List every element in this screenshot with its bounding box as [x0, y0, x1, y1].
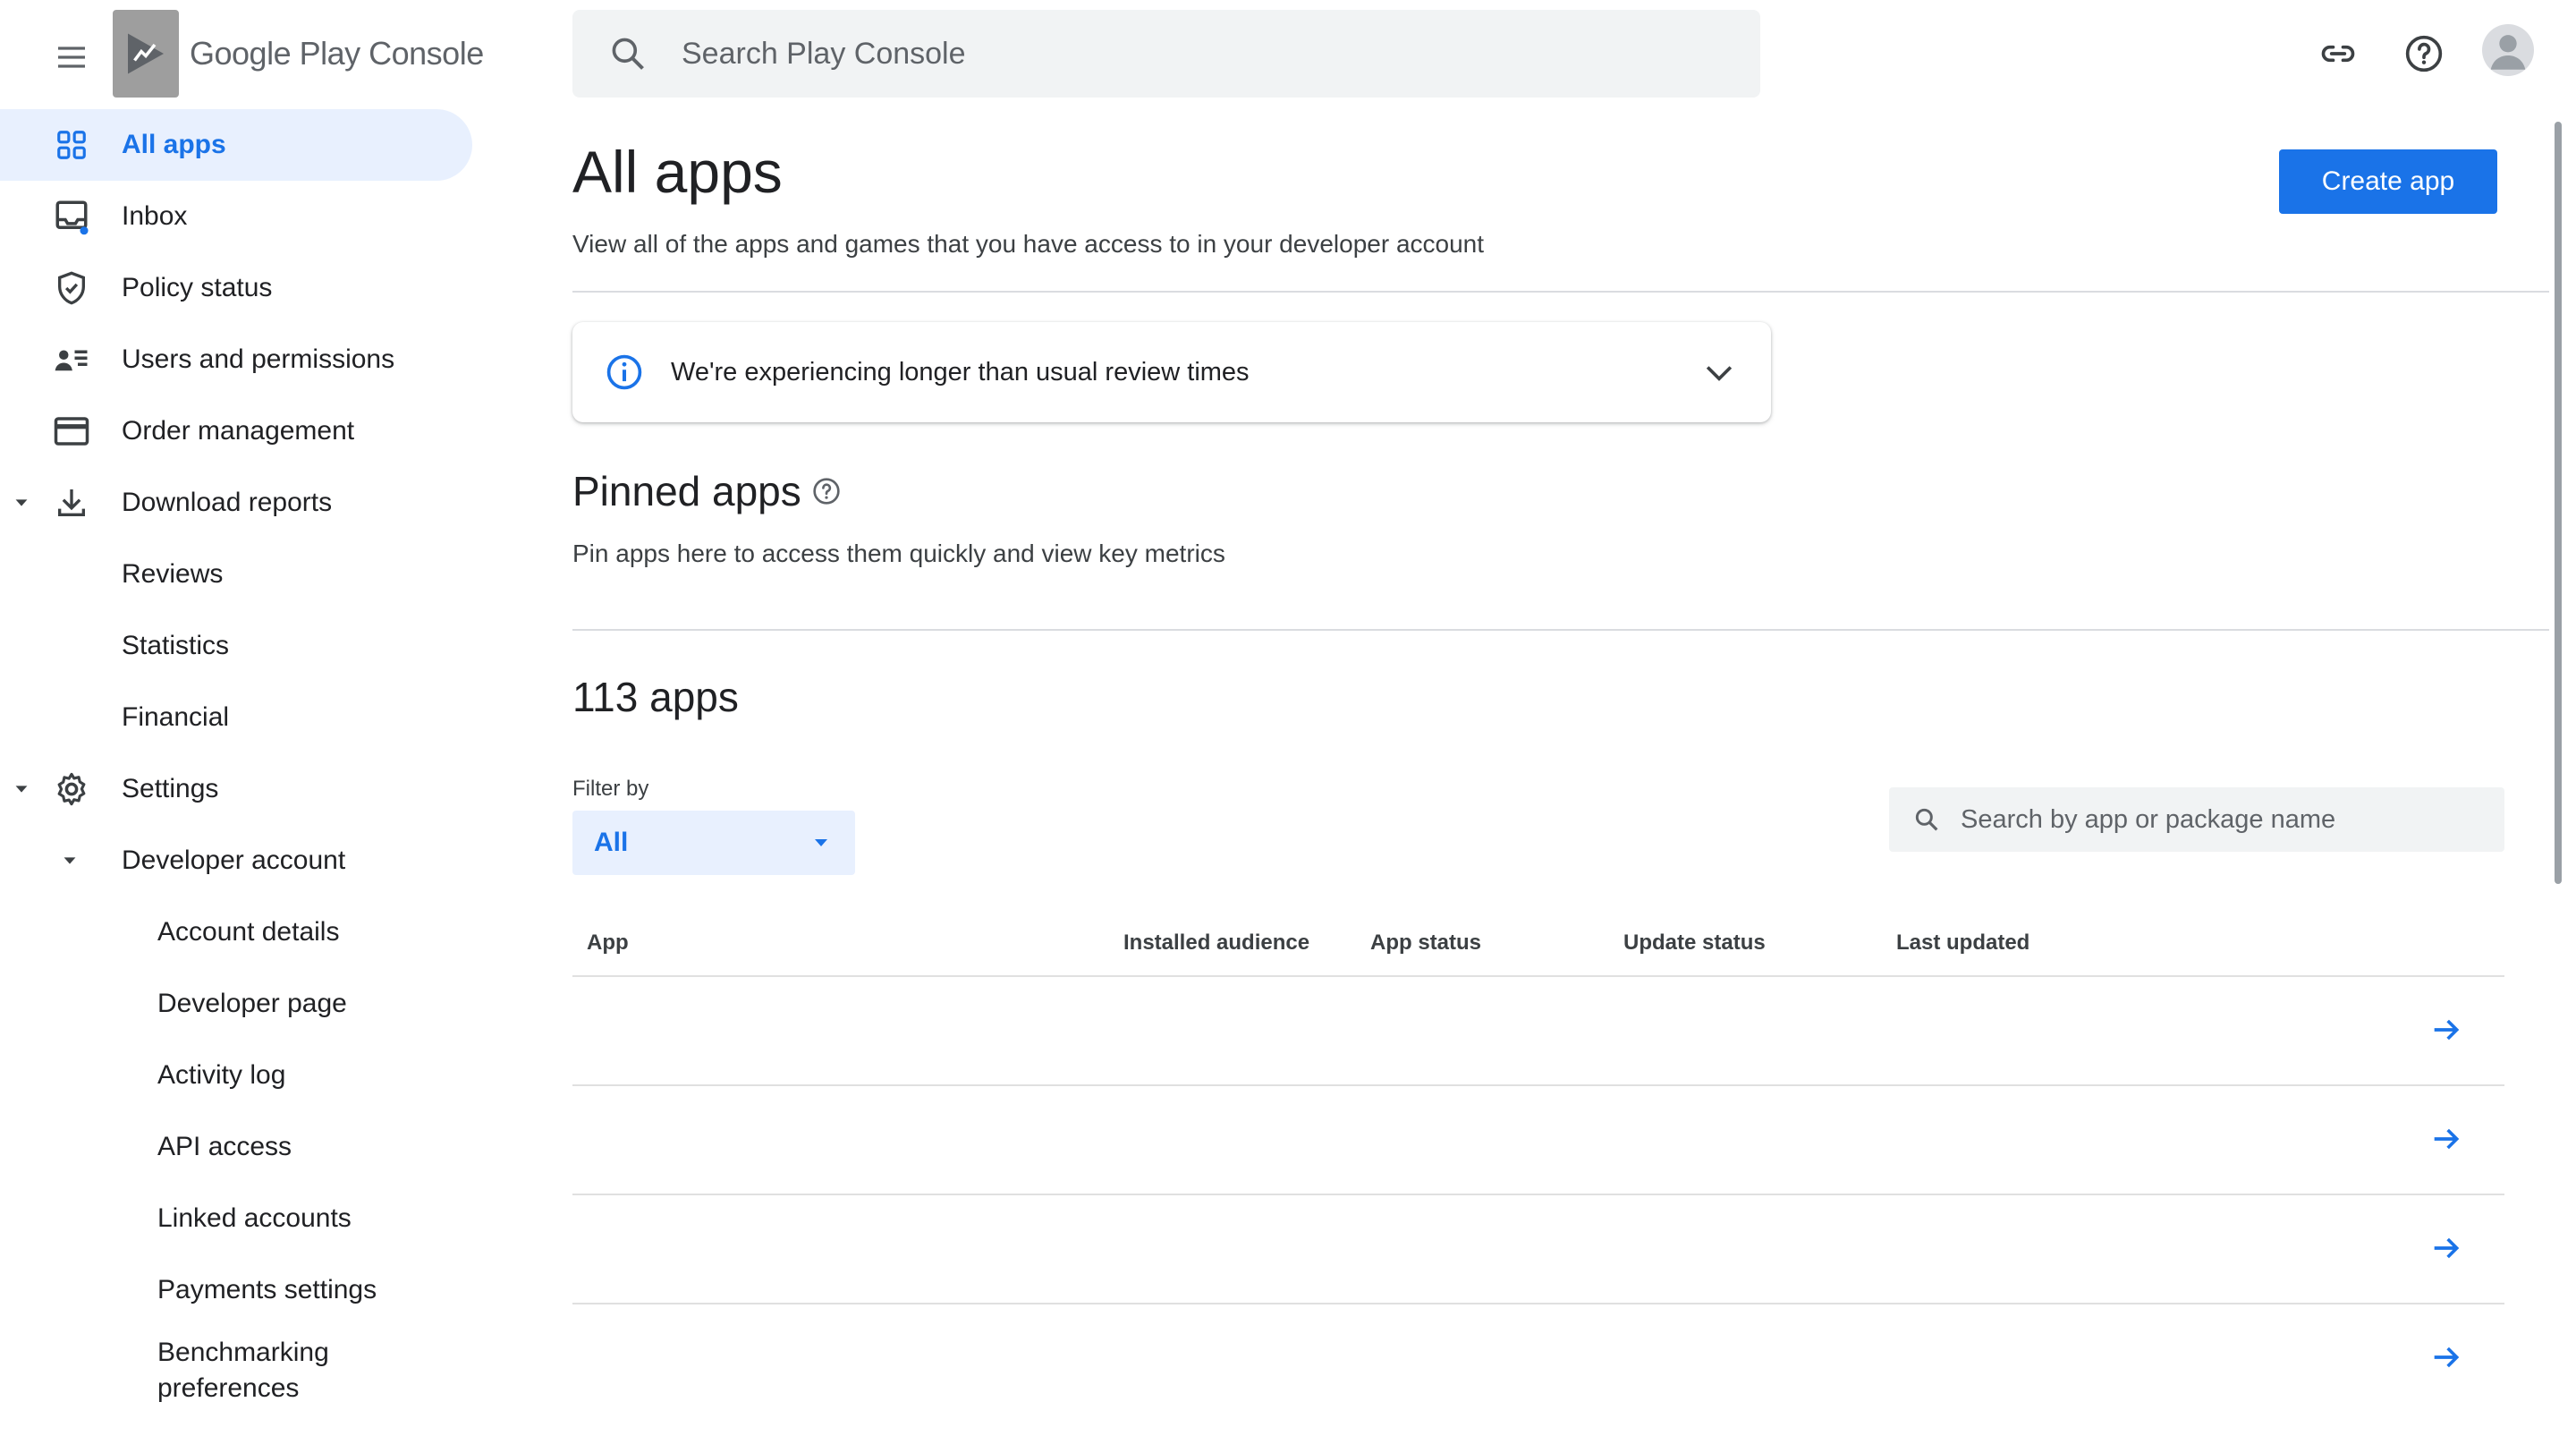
- brand-primary: Google Play: [190, 35, 360, 72]
- column-header-last-updated[interactable]: Last updated: [1896, 930, 2029, 956]
- arrow-right-icon[interactable]: [2424, 1226, 2469, 1270]
- sidebar-item-label: Activity log: [157, 1060, 286, 1090]
- sidebar-item-account-details[interactable]: Account details: [0, 896, 483, 968]
- sidebar-item-label: Policy status: [122, 273, 273, 302]
- sidebar-nav: All apps Inbox Policy status Users and p…: [0, 109, 483, 1415]
- caret-down-icon: [815, 839, 827, 846]
- brand-name: Google Play Console: [190, 35, 484, 72]
- sidebar-item-label: Developer page: [157, 989, 347, 1018]
- chevron-down-icon[interactable]: [1699, 353, 1739, 392]
- sidebar-item-label: Developer account: [122, 845, 346, 875]
- sidebar-item-label: Payments settings: [157, 1275, 377, 1304]
- inbox-icon: [52, 197, 91, 236]
- sidebar-item-label: Download reports: [122, 488, 333, 517]
- sidebar-item-activity-log[interactable]: Activity log: [0, 1040, 483, 1111]
- sidebar-item-reviews[interactable]: Reviews: [0, 539, 483, 610]
- arrow-right-icon[interactable]: [2424, 1117, 2469, 1161]
- app-search-bar[interactable]: [1889, 787, 2504, 852]
- help-icon[interactable]: [812, 477, 841, 506]
- sidebar-item-developer-account[interactable]: Developer account: [0, 825, 483, 896]
- link-icon[interactable]: [2315, 30, 2361, 77]
- filter-value: All: [594, 828, 629, 857]
- sidebar-item-all-apps[interactable]: All apps: [0, 109, 472, 181]
- sidebar-item-label: Benchmarking preferences: [157, 1338, 329, 1403]
- review-times-notice[interactable]: We're experiencing longer than usual rev…: [572, 322, 1771, 422]
- gear-icon: [52, 769, 91, 809]
- help-icon[interactable]: [2401, 30, 2447, 77]
- sidebar-item-label: Settings: [122, 774, 219, 803]
- caret-down-icon[interactable]: [11, 778, 32, 800]
- column-header-update-status[interactable]: Update status: [1623, 930, 1766, 956]
- filter-label: Filter by: [572, 777, 649, 801]
- arrow-right-icon[interactable]: [2424, 1007, 2469, 1052]
- sidebar-item-label: All apps: [122, 130, 226, 159]
- sidebar-item-label: Reviews: [122, 559, 224, 589]
- sidebar-item-label: API access: [157, 1132, 292, 1161]
- column-header-app-status[interactable]: App status: [1370, 930, 1481, 956]
- filter-dropdown[interactable]: All: [572, 811, 855, 875]
- brand-secondary: Console: [369, 35, 484, 72]
- sidebar-item-statistics[interactable]: Statistics: [0, 610, 483, 682]
- sidebar-item-api-access[interactable]: API access: [0, 1111, 483, 1183]
- info-icon: [606, 354, 642, 390]
- play-console-logo-icon: [113, 10, 179, 98]
- sidebar-item-label: Users and permissions: [122, 344, 395, 374]
- sidebar-item-label: Linked accounts: [157, 1203, 352, 1233]
- global-search-input[interactable]: [680, 35, 1664, 72]
- download-icon: [52, 483, 91, 523]
- arrow-right-icon[interactable]: [2424, 1335, 2469, 1380]
- pinned-apps-title: Pinned apps: [572, 468, 801, 514]
- account-avatar[interactable]: [2482, 24, 2534, 76]
- table-divider: [572, 1084, 2504, 1086]
- sidebar-item-linked-accounts[interactable]: Linked accounts: [0, 1183, 483, 1254]
- sidebar-item-label: Order management: [122, 416, 355, 446]
- sidebar-item-label: Inbox: [122, 201, 188, 231]
- pinned-apps-subtitle: Pin apps here to access them quickly and…: [572, 540, 1225, 567]
- caret-down-icon[interactable]: [59, 850, 80, 871]
- sidebar-item-benchmarking-preferences[interactable]: Benchmarking preferences: [0, 1326, 483, 1415]
- caret-down-icon[interactable]: [11, 492, 32, 514]
- divider: [572, 629, 2549, 631]
- sidebar-item-label: Account details: [157, 917, 340, 947]
- table-divider: [572, 1303, 2504, 1304]
- sidebar-item-inbox[interactable]: Inbox: [0, 181, 483, 252]
- column-header-app[interactable]: App: [587, 930, 629, 956]
- sidebar-item-label: Financial: [122, 702, 230, 732]
- sidebar-item-developer-page[interactable]: Developer page: [0, 968, 483, 1040]
- grid-icon: [52, 125, 91, 165]
- page-subtitle: View all of the apps and games that you …: [572, 230, 1485, 258]
- create-app-button[interactable]: Create app: [2279, 149, 2497, 214]
- scrollbar[interactable]: [2555, 122, 2562, 884]
- app-search-input[interactable]: [1959, 803, 2478, 836]
- pinned-apps-heading: Pinned apps: [572, 467, 841, 515]
- menu-icon[interactable]: [48, 34, 95, 81]
- sidebar-item-settings[interactable]: Settings: [0, 753, 483, 825]
- sidebar-item-financial[interactable]: Financial: [0, 682, 483, 753]
- users-icon: [52, 340, 91, 379]
- shield-icon: [52, 268, 91, 308]
- global-search-bar[interactable]: [572, 10, 1760, 98]
- page-title: All apps: [572, 139, 783, 205]
- notice-text: We're experiencing longer than usual rev…: [671, 357, 1250, 387]
- column-header-installed-audience[interactable]: Installed audience: [1123, 930, 1309, 956]
- sidebar-item-download-reports[interactable]: Download reports: [0, 467, 483, 539]
- search-icon: [1915, 808, 1938, 831]
- credit-card-icon: [52, 412, 91, 451]
- sidebar-item-payments-settings[interactable]: Payments settings: [0, 1254, 483, 1326]
- divider: [572, 291, 2549, 293]
- sidebar-item-order-management[interactable]: Order management: [0, 395, 483, 467]
- table-divider: [572, 975, 2504, 977]
- sidebar-item-label: Statistics: [122, 631, 230, 660]
- apps-count: 113 apps: [572, 674, 739, 720]
- table-divider: [572, 1194, 2504, 1195]
- play-console-logo[interactable]: Google Play Console: [113, 9, 484, 98]
- search-icon: [612, 38, 644, 70]
- sidebar-item-policy-status[interactable]: Policy status: [0, 252, 483, 324]
- sidebar-item-users-and-permissions[interactable]: Users and permissions: [0, 324, 483, 395]
